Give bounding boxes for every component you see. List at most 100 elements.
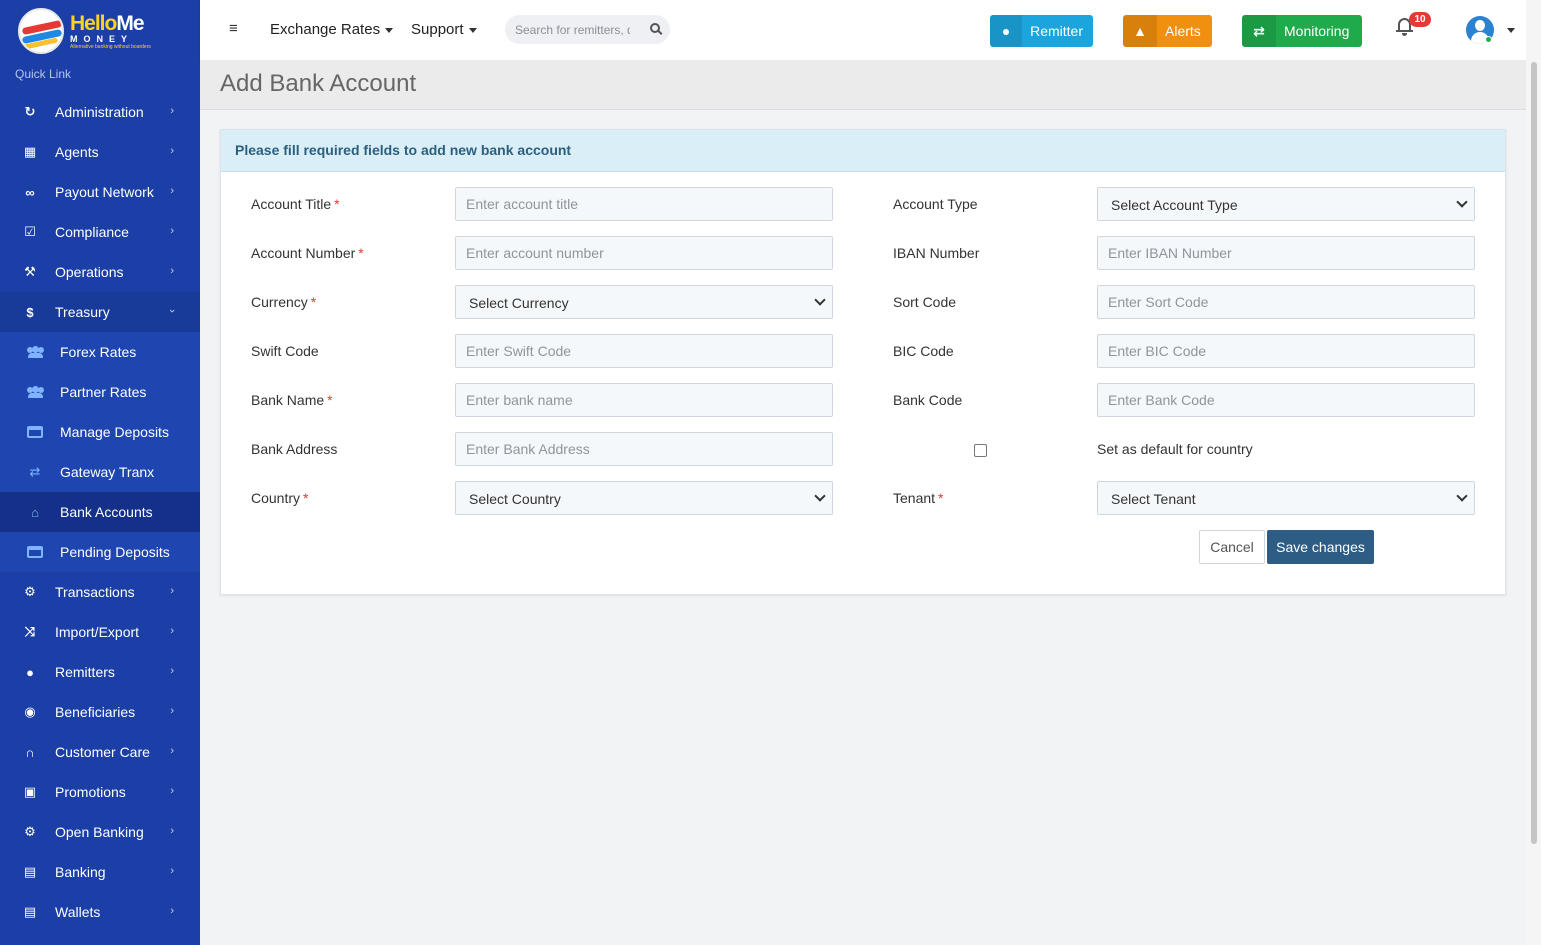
default-country-checkbox[interactable] (974, 444, 987, 457)
sidebar-item-compliance[interactable]: ☑ Compliance › (0, 212, 200, 252)
user-icon: ● (990, 15, 1023, 47)
sidebar-subitem-gateway-tranx[interactable]: ⇄ Gateway Tranx (0, 452, 200, 492)
sidebar-item-import-export[interactable]: ⤨ Import/Export › (0, 612, 200, 652)
bank-name-label: Bank Name * (251, 392, 333, 408)
chevron-right-icon: › (170, 785, 174, 797)
page-header: Add Bank Account (200, 60, 1526, 110)
money-icon: ▤ (23, 904, 37, 919)
check-square-icon: ☑ (24, 224, 36, 239)
hamburger-menu-icon[interactable]: ≡ (229, 20, 238, 37)
country-select[interactable]: Select Country (455, 481, 833, 515)
account-type-select[interactable]: Select Account Type (1097, 187, 1475, 221)
sidebar-item-agents[interactable]: ▦ Agents › (0, 132, 200, 172)
iban-number-input[interactable] (1097, 236, 1475, 270)
logo-mark-icon (18, 8, 64, 54)
bank-address-input[interactable] (455, 432, 833, 466)
quick-link-label: Quick Link (15, 67, 72, 81)
sidebar-item-remitters[interactable]: ● Remitters › (0, 652, 200, 692)
account-title-input[interactable] (455, 187, 833, 221)
bank-address-label: Bank Address (251, 441, 338, 457)
iban-number-label: IBAN Number (893, 245, 980, 261)
bank-code-input[interactable] (1097, 383, 1475, 417)
gift-icon: ▣ (23, 784, 37, 799)
caret-down-icon (385, 27, 394, 33)
user-circle-icon: ◉ (24, 704, 36, 719)
currency-select[interactable]: Select Currency (455, 285, 833, 319)
account-number-input[interactable] (455, 236, 833, 270)
brand-logo[interactable]: HelloMe MONEY Alternative banking withou… (0, 0, 200, 62)
sidebar-item-transactions[interactable]: ⚙ Transactions › (0, 572, 200, 612)
remitter-button[interactable]: ● Remitter (990, 15, 1093, 47)
tenant-select[interactable]: Select Tenant (1097, 481, 1475, 515)
search-input[interactable] (505, 15, 630, 44)
chevron-right-icon: › (170, 585, 174, 597)
alerts-button[interactable]: ▲ Alerts (1123, 15, 1212, 47)
caret-down-icon[interactable] (1507, 28, 1515, 33)
chevron-right-icon: › (170, 625, 174, 637)
chevron-right-icon: › (170, 265, 174, 277)
sidebar-item-open-banking[interactable]: ⚙ Open Banking › (0, 812, 200, 852)
sort-code-label: Sort Code (893, 294, 957, 310)
sidebar-item-wallets[interactable]: ▤ Wallets › (0, 892, 200, 932)
recycle-icon: ↻ (24, 104, 36, 119)
dollar-icon: $ (26, 304, 34, 320)
sidebar-subitem-partner-rates[interactable]: Partner Rates (0, 372, 200, 412)
bank-code-label: Bank Code (893, 392, 963, 408)
chevron-right-icon: › (170, 905, 174, 917)
cancel-button[interactable]: Cancel (1199, 530, 1265, 564)
shuffle-icon: ⤨ (24, 624, 36, 639)
monitoring-button[interactable]: ⇄ Monitoring (1242, 15, 1362, 47)
sidebar-item-operations[interactable]: ⚒ Operations › (0, 252, 200, 292)
sidebar-subitem-bank-accounts[interactable]: ⌂ Bank Accounts (0, 492, 200, 532)
sidebar-item-payout-network[interactable]: ∞ Payout Network › (0, 172, 200, 212)
exchange-icon: ⇄ (29, 464, 41, 479)
sidebar-item-banking[interactable]: ▤ Banking › (0, 852, 200, 892)
sidebar-item-administration[interactable]: ↻ Administration › (0, 92, 200, 132)
page-title: Add Bank Account (220, 70, 417, 97)
sidebar-subitem-manage-deposits[interactable]: Manage Deposits (0, 412, 200, 452)
money-icon: ▤ (23, 864, 37, 879)
cogs-icon: ⚙ (24, 584, 36, 599)
brand-sub: MONEY (70, 33, 134, 44)
online-status-icon (1485, 36, 1492, 43)
search-icon[interactable] (650, 23, 660, 33)
brand-tagline: Alternative banking without boarders (70, 43, 151, 50)
chevron-right-icon: › (170, 105, 174, 117)
chevron-right-icon: › (170, 865, 174, 877)
default-country-label: Set as default for country (1097, 441, 1253, 457)
exchange-rates-menu[interactable]: Exchange Rates (270, 21, 394, 38)
swift-code-input[interactable] (455, 334, 833, 368)
support-menu[interactable]: Support (411, 21, 477, 38)
wrench-icon: ⚒ (24, 264, 36, 279)
save-changes-button[interactable]: Save changes (1267, 530, 1374, 564)
topbar: ≡ Exchange Rates Support ● Remitter ▲ Al… (200, 0, 1526, 60)
tenant-label: Tenant * (893, 490, 944, 506)
account-title-label: Account Title * (251, 196, 340, 212)
brand-name: HelloMe (70, 11, 145, 35)
cog-icon: ⚙ (24, 824, 36, 839)
sidebar-item-beneficiaries[interactable]: ◉ Beneficiaries › (0, 692, 200, 732)
bic-code-input[interactable] (1097, 334, 1475, 368)
credit-card-icon (27, 545, 43, 559)
scrollbar-thumb[interactable] (1531, 62, 1537, 844)
bank-name-input[interactable] (455, 383, 833, 417)
account-number-label: Account Number * (251, 245, 364, 261)
sort-code-input[interactable] (1097, 285, 1475, 319)
sidebar-subitem-pending-deposits[interactable]: Pending Deposits (0, 532, 200, 572)
country-label: Country * (251, 490, 309, 506)
currency-label: Currency * (251, 294, 317, 310)
handshake-icon: ∞ (25, 184, 35, 200)
sidebar-item-customer-care[interactable]: ∩ Customer Care › (0, 732, 200, 772)
sidebar-subitem-forex-rates[interactable]: Forex Rates (0, 332, 200, 372)
users-icon: ● (26, 664, 34, 680)
sidebar: HelloMe MONEY Alternative banking withou… (0, 0, 200, 945)
bank-icon: ⌂ (31, 504, 39, 520)
sidebar-item-promotions[interactable]: ▣ Promotions › (0, 772, 200, 812)
warning-icon: ▲ (1123, 15, 1157, 47)
sidebar-item-treasury[interactable]: $ Treasury › (0, 292, 200, 332)
headset-icon: ∩ (25, 744, 35, 760)
chevron-right-icon: › (170, 705, 174, 717)
chevron-right-icon: › (170, 185, 174, 197)
chevron-down-icon (1456, 490, 1468, 502)
account-type-label: Account Type (893, 196, 978, 212)
